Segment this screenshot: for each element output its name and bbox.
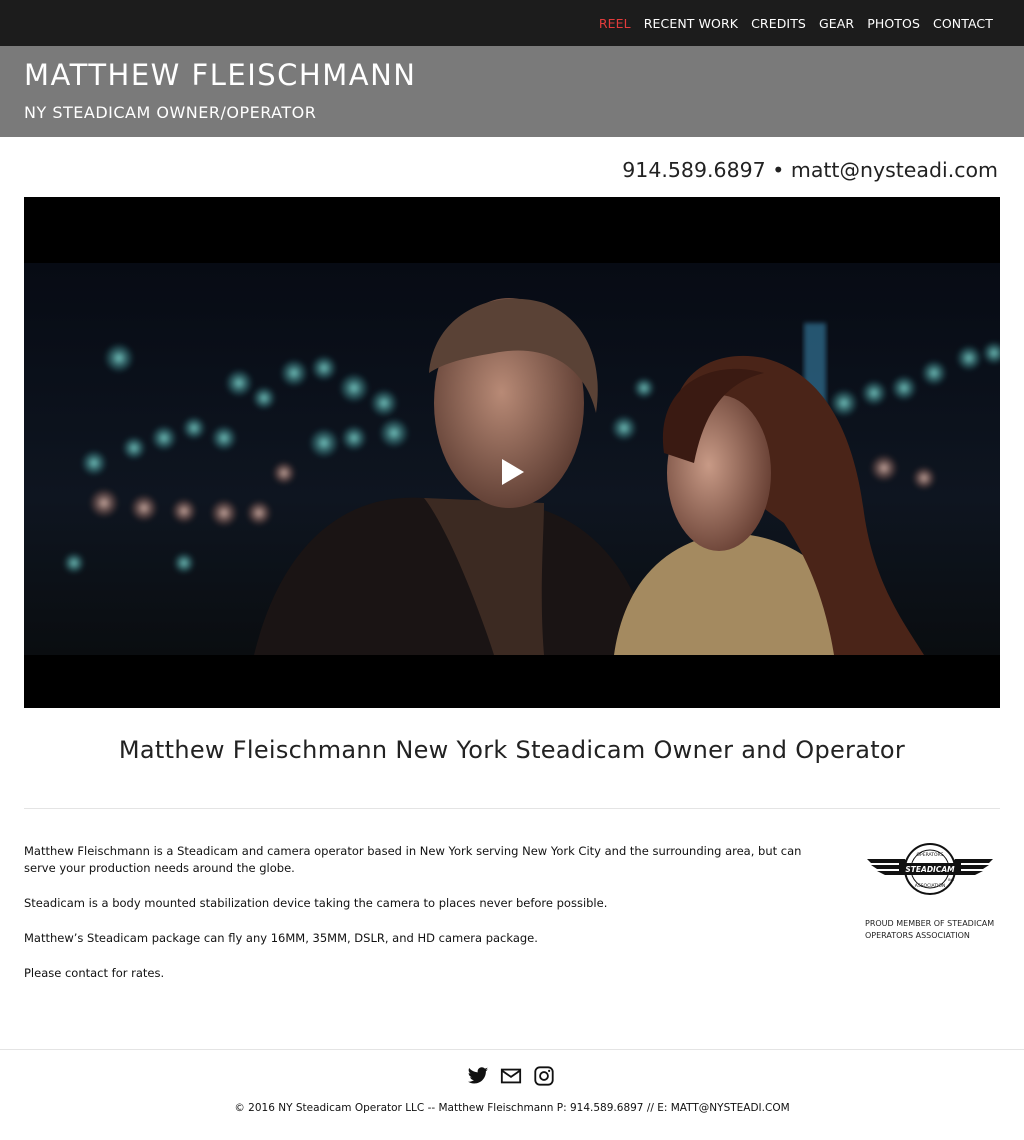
mail-icon[interactable]	[500, 1065, 522, 1087]
footer-copyright: © 2016 NY Steadicam Operator LLC -- Matt…	[234, 1102, 790, 1114]
twitter-icon[interactable]	[467, 1065, 489, 1087]
footer-divider	[0, 1049, 1024, 1050]
svg-text:ASSOCIATION: ASSOCIATION	[915, 883, 946, 889]
steadicam-operators-association-logo[interactable]: STEADICAM OPERATORS ASSOCIATION INC	[865, 843, 1005, 903]
soa-logo-image: STEADICAM OPERATORS ASSOCIATION INC	[867, 843, 993, 895]
site-title[interactable]: MATTHEW FLEISCHMANN	[24, 58, 416, 92]
about-paragraph-1: Matthew Fleischmann is a Steadicam and c…	[24, 844, 802, 875]
nav-item-recent-work[interactable]: RECENT WORK	[644, 16, 738, 31]
nav-item-gear[interactable]: GEAR	[819, 16, 854, 31]
nav-item-contact[interactable]: CONTACT	[933, 16, 993, 31]
reel-video-player[interactable]	[24, 197, 1000, 708]
social-links	[467, 1065, 555, 1087]
nav-item-credits[interactable]: CREDITS	[751, 16, 806, 31]
about-paragraph-2: Steadicam is a body mounted stabilizatio…	[24, 896, 608, 910]
content-divider	[24, 808, 1000, 809]
phone-number[interactable]: 914.589.6897	[622, 158, 765, 182]
nav-item-photos[interactable]: PHOTOS	[867, 16, 920, 31]
about-paragraph-3: Matthew’s Steadicam package can fly any …	[24, 931, 538, 945]
svg-text:OPERATORS: OPERATORS	[916, 852, 943, 858]
nav-item-reel[interactable]: REEL	[599, 16, 631, 31]
contact-separator: •	[772, 158, 785, 182]
about-paragraph-4: Please contact for rates.	[24, 966, 165, 980]
contact-info: 914.589.6897 • matt@nysteadi.com	[622, 158, 998, 182]
instagram-icon[interactable]	[533, 1065, 555, 1087]
page-headline: Matthew Fleischmann New York Steadicam O…	[118, 736, 906, 764]
about-text: Matthew Fleischmann is a Steadicam and c…	[24, 843, 836, 1000]
svg-text:STEADICAM: STEADICAM	[905, 865, 955, 874]
main-nav: REEL RECENT WORK CREDITS GEAR PHOTOS CON…	[599, 16, 993, 31]
play-icon[interactable]	[500, 459, 526, 485]
top-navigation-bar: REEL RECENT WORK CREDITS GEAR PHOTOS CON…	[0, 0, 1024, 46]
header-banner: MATTHEW FLEISCHMANN NY STEADICAM OWNER/O…	[0, 46, 1024, 137]
svg-text:INC: INC	[948, 878, 955, 882]
badge-caption: PROUD MEMBER OF STEADICAM OPERATORS ASSO…	[865, 919, 995, 940]
email-link[interactable]: matt@nysteadi.com	[791, 158, 998, 182]
site-subtitle: NY STEADICAM OWNER/OPERATOR	[24, 103, 317, 122]
